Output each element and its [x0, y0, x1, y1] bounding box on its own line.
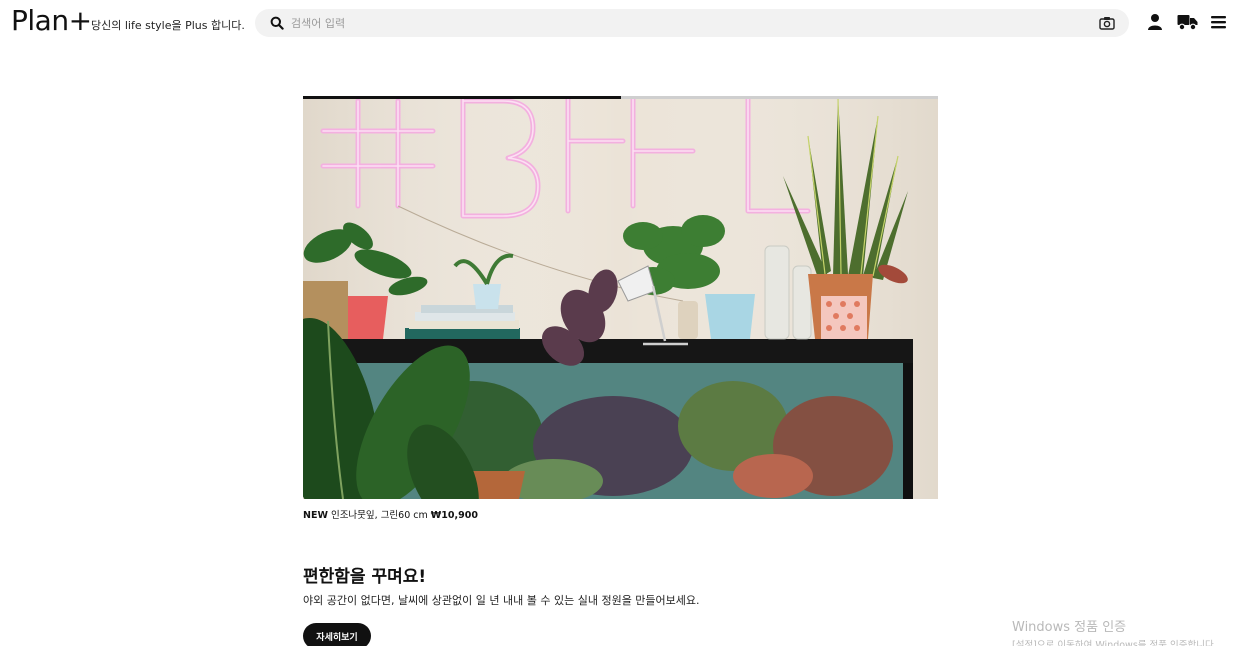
windows-activation-watermark: Windows 정품 인증 [설정]으로 이동하여 Windows를 정품 인증…: [1012, 616, 1217, 646]
slide-caption: NEW 인조나뭇잎, 그린60 cm ₩10,900: [303, 507, 478, 521]
search-bar[interactable]: [255, 9, 1129, 37]
truck-icon[interactable]: [1177, 13, 1198, 31]
menu-icon[interactable]: [1211, 13, 1226, 31]
hero-photo: [303, 96, 938, 499]
promo-description: 야외 공간이 없다면, 날씨에 상관없이 일 년 내내 볼 수 있는 실내 정원…: [303, 594, 700, 607]
site-tagline: 당신의 life style을 Plus 합니다.: [91, 19, 245, 32]
search-input[interactable]: [291, 13, 1071, 33]
slider-progress-fill: [303, 96, 621, 99]
product-name: 인조나뭇잎, 그린60 cm: [330, 510, 428, 521]
site-header: Plan+ 당신의 life style을 Plus 합니다.: [0, 0, 1250, 46]
product-price: ₩10,900: [430, 510, 478, 521]
slider-progress: [303, 96, 938, 99]
hero-slider[interactable]: [303, 96, 938, 499]
camera-icon[interactable]: [1099, 16, 1115, 30]
search-icon[interactable]: [270, 16, 284, 30]
new-badge: NEW: [303, 510, 328, 521]
watermark-title: Windows 정품 인증: [1012, 620, 1127, 635]
user-icon[interactable]: [1147, 13, 1163, 31]
watermark-subtitle: [설정]으로 이동하여 Windows를 정품 인증합니다.: [1012, 640, 1217, 646]
site-logo[interactable]: Plan+: [11, 4, 92, 37]
details-button[interactable]: 자세히보기: [303, 623, 371, 646]
promo-heading: 편한함을 꾸며요!: [303, 567, 427, 587]
